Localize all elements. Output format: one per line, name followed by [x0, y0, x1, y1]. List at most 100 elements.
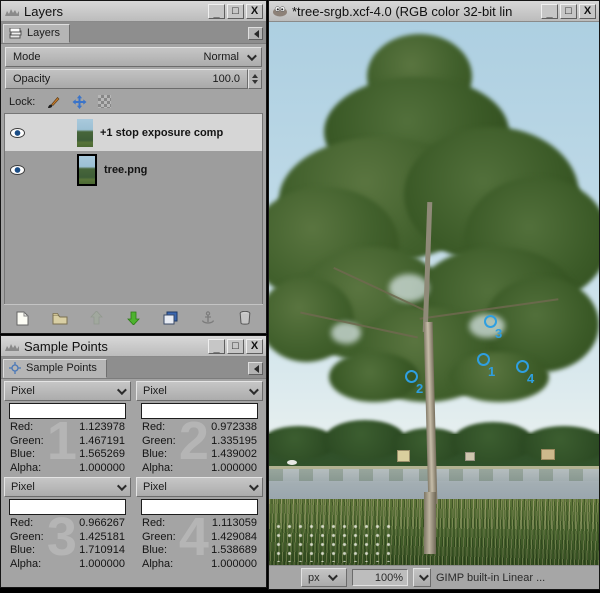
- close-button[interactable]: X: [246, 339, 263, 354]
- sample-point-2-mode-dropdown[interactable]: Pixel: [136, 381, 263, 401]
- status-message: GIMP built-in Linear ...: [436, 572, 545, 584]
- blue-value: 1.439002: [211, 448, 257, 462]
- new-layer-button[interactable]: [11, 307, 35, 329]
- maximize-button[interactable]: □: [227, 339, 244, 354]
- chevron-down-icon: [247, 51, 257, 61]
- tab-sample-points-label: Sample Points: [26, 362, 97, 374]
- blue-value: 1.565269: [79, 448, 125, 462]
- lakeside-house: [541, 449, 555, 460]
- layer-thumbnail: [77, 119, 93, 147]
- visibility-eye-icon[interactable]: [10, 165, 25, 175]
- raise-layer-button[interactable]: [85, 307, 109, 329]
- unit-dropdown[interactable]: px: [301, 568, 347, 587]
- tab-menu-button[interactable]: [248, 362, 263, 375]
- image-canvas[interactable]: 1 2 3 4: [269, 22, 599, 566]
- alpha-value: 1.000000: [79, 462, 125, 476]
- opacity-slider[interactable]: Opacity 100.0: [5, 69, 248, 89]
- opacity-label: Opacity: [13, 73, 212, 85]
- minimize-button[interactable]: _: [208, 339, 225, 354]
- image-window-titlebar[interactable]: *tree-srgb.xcf-4.0 (RGB color 32-bit lin…: [269, 1, 599, 22]
- layers-tabbar: Layers: [1, 22, 266, 44]
- alpha-value: 1.000000: [211, 558, 257, 572]
- layer-name[interactable]: tree.png: [104, 164, 147, 176]
- lock-paint-icon[interactable]: [46, 95, 61, 109]
- red-value: 1.113059: [212, 517, 257, 531]
- tab-sample-points[interactable]: Sample Points: [3, 359, 107, 378]
- triangle-left-icon: [250, 30, 259, 38]
- spin-down-icon: [252, 80, 258, 87]
- minimize-button[interactable]: _: [208, 4, 225, 19]
- blue-value: 1.710914: [79, 544, 125, 558]
- sample-point-4-mode-dropdown[interactable]: Pixel: [136, 477, 263, 497]
- anchor-layer-button[interactable]: [196, 307, 220, 329]
- window-icon: [4, 340, 20, 352]
- sample-point-marker-1[interactable]: 1: [477, 353, 490, 366]
- triangle-left-icon: [250, 365, 259, 373]
- lakeside-house: [465, 452, 475, 461]
- zoom-dropdown-button[interactable]: [413, 568, 431, 587]
- red-value: 1.123978: [79, 421, 125, 435]
- spin-up-icon: [252, 71, 258, 78]
- boat: [287, 460, 297, 465]
- chevron-down-icon: [117, 385, 127, 395]
- unit-value: px: [308, 572, 320, 584]
- layer-thumbnail: [77, 154, 97, 186]
- window-title: Sample Points: [24, 339, 204, 354]
- close-button[interactable]: X: [579, 4, 596, 19]
- anchor-icon: [201, 311, 215, 325]
- chevron-down-icon: [328, 571, 338, 581]
- lock-row: Lock:: [1, 91, 266, 112]
- visibility-eye-icon[interactable]: [10, 128, 25, 138]
- chevron-down-icon: [418, 571, 428, 581]
- lower-layer-button[interactable]: [122, 307, 146, 329]
- image-window: *tree-srgb.xcf-4.0 (RGB color 32-bit lin…: [268, 0, 600, 590]
- lock-position-icon[interactable]: [72, 95, 87, 109]
- lakeside-house: [397, 450, 410, 462]
- duplicate-layer-button[interactable]: [159, 307, 183, 329]
- sample-points-tabbar: Sample Points: [1, 357, 266, 379]
- sample-point-panel-3: Pixel 3 Red:0.966267 Green:1.425181 Blue…: [3, 475, 132, 571]
- duplicate-icon: [163, 311, 178, 325]
- zoom-value: 100%: [375, 572, 403, 584]
- arrow-up-icon: [90, 311, 103, 325]
- minimize-button[interactable]: _: [541, 4, 558, 19]
- tab-menu-button[interactable]: [248, 27, 263, 40]
- layers-dialog-window: Layers _ □ X Layers Mode Normal Opacity …: [0, 0, 267, 334]
- layer-name[interactable]: +1 stop exposure comp: [100, 127, 223, 139]
- sample-point-1-mode-dropdown[interactable]: Pixel: [4, 381, 131, 401]
- tab-layers[interactable]: Layers: [3, 24, 70, 43]
- chevron-down-icon: [117, 481, 127, 491]
- sample-points-grid: Pixel 1 Red:1.123978 Green:1.467191 Blue…: [1, 379, 266, 571]
- zoom-input[interactable]: 100%: [352, 569, 408, 586]
- sample-point-marker-4[interactable]: 4: [516, 360, 529, 373]
- new-layer-icon: [16, 311, 29, 326]
- layer-mode-dropdown[interactable]: Mode Normal: [5, 47, 262, 67]
- window-icon: [4, 5, 20, 17]
- layers-stack-icon: [9, 28, 22, 39]
- delete-layer-button[interactable]: [233, 307, 257, 329]
- image-statusbar: px 100% GIMP built-in Linear ...: [269, 565, 599, 589]
- maximize-button[interactable]: □: [227, 4, 244, 19]
- mode-value: Normal: [204, 51, 239, 63]
- green-value: 1.335195: [211, 435, 257, 449]
- lock-alpha-icon[interactable]: [98, 95, 111, 108]
- sample-point-3-mode-dropdown[interactable]: Pixel: [4, 477, 131, 497]
- green-value: 1.429084: [211, 531, 257, 545]
- sample-point-marker-2[interactable]: 2: [405, 370, 418, 383]
- close-button[interactable]: X: [246, 4, 263, 19]
- trash-icon: [239, 311, 251, 325]
- layers-titlebar[interactable]: Layers _ □ X: [1, 1, 266, 22]
- new-group-button[interactable]: [48, 307, 72, 329]
- green-value: 1.467191: [79, 435, 125, 449]
- layer-row-exposure-comp[interactable]: +1 stop exposure comp: [5, 114, 262, 151]
- sample-points-titlebar[interactable]: Sample Points _ □ X: [1, 336, 266, 357]
- sample-point-values: 3 Red:0.966267 Green:1.425181 Blue:1.710…: [3, 516, 132, 571]
- red-value: 0.966267: [79, 517, 125, 531]
- layer-row-tree-png[interactable]: tree.png: [5, 151, 262, 188]
- window-title: Layers: [24, 4, 204, 19]
- chevron-down-icon: [249, 385, 259, 395]
- maximize-button[interactable]: □: [560, 4, 577, 19]
- opacity-spinner[interactable]: [248, 69, 262, 89]
- sample-point-marker-3[interactable]: 3: [484, 315, 497, 328]
- image-window-title: *tree-srgb.xcf-4.0 (RGB color 32-bit lin: [292, 4, 537, 19]
